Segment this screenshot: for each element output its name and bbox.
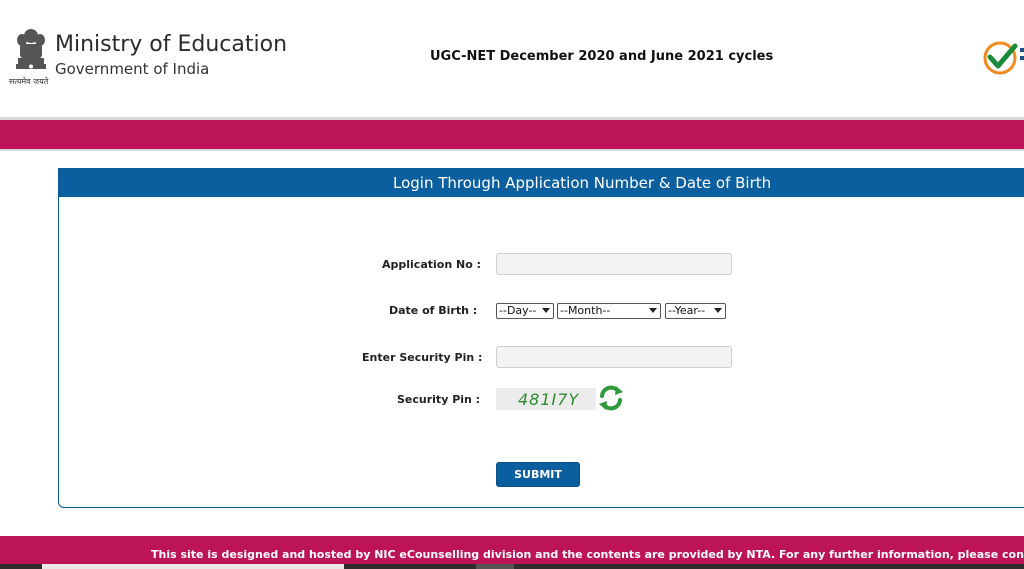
login-heading-text: Login Through Application Number & Date … — [393, 174, 772, 192]
band-divider-bottom — [0, 149, 1024, 151]
nta-checkmark-logo-icon — [983, 41, 1024, 75]
security-pin-input-label: Enter Security Pin : — [362, 351, 483, 364]
taskbar-strip — [0, 564, 1024, 569]
dob-month-value: --Month-- — [560, 304, 611, 317]
application-no-label: Application No : — [382, 258, 481, 271]
dob-day-select[interactable]: --Day-- — [496, 303, 554, 319]
dob-day-value: --Day-- — [499, 304, 537, 317]
refresh-icon[interactable] — [597, 384, 625, 412]
chevron-down-icon — [542, 308, 550, 313]
captcha-label: Security Pin : — [397, 393, 481, 406]
dob-year-select[interactable]: --Year-- — [665, 303, 726, 319]
footer-text: This site is designed and hosted by NIC … — [151, 548, 1024, 561]
dob-month-select[interactable]: --Month-- — [557, 303, 661, 319]
dob-year-value: --Year-- — [668, 304, 706, 317]
taskbar-segment — [42, 564, 344, 569]
submit-button[interactable]: SUBMIT — [496, 462, 580, 487]
dob-label: Date of Birth : — [389, 304, 478, 317]
login-panel-heading: Login Through Application Number & Date … — [59, 169, 1024, 197]
chevron-down-icon — [649, 308, 657, 313]
emblem-caption: सत्यमेव जयते — [9, 77, 49, 86]
login-panel: Login Through Application Number & Date … — [58, 168, 1024, 508]
ministry-title: Ministry of Education — [55, 32, 288, 57]
captcha-image: 481I7Y — [496, 388, 596, 410]
ministry-subtitle: Government of India — [55, 60, 210, 78]
page-header: सत्यमेव जयते Ministry of Education Gover… — [0, 0, 1024, 117]
security-pin-input[interactable] — [496, 346, 732, 368]
chevron-down-icon — [714, 308, 722, 313]
captcha-text: 481I7Y — [518, 390, 580, 409]
cycle-title: UGC-NET December 2020 and June 2021 cycl… — [430, 49, 774, 64]
application-no-input[interactable] — [496, 253, 732, 275]
header-band — [0, 120, 1024, 149]
taskbar-segment — [476, 564, 514, 569]
